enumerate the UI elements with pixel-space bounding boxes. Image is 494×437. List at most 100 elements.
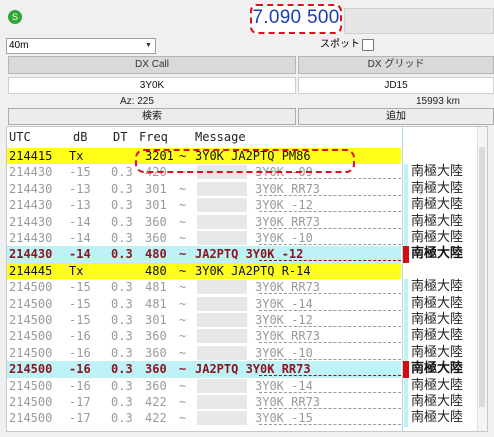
separator-cell: ~ xyxy=(179,181,187,196)
dx-call-header[interactable]: DX Call xyxy=(8,56,296,74)
lookup-button[interactable]: 検索 xyxy=(8,108,296,125)
band-select-value: 40m xyxy=(9,40,29,51)
separator-cell: ~ xyxy=(179,263,187,278)
country-label: 南極大陸 xyxy=(411,394,464,409)
message-underline xyxy=(259,244,401,245)
dt-cell: 0.3 xyxy=(111,411,133,426)
utc-cell: 214500 xyxy=(9,280,53,295)
message-underline xyxy=(259,293,401,295)
dt-cell: 0.3 xyxy=(111,345,133,360)
worked-marker xyxy=(403,361,409,378)
dt-cell: 0.3 xyxy=(111,231,133,245)
freq-cell: 360 xyxy=(145,214,167,229)
freq-cell: 301 xyxy=(145,313,167,327)
country-label: 南極大陸 xyxy=(411,344,464,360)
worked-marker xyxy=(403,246,409,263)
chevron-down-icon[interactable]: ▼ xyxy=(142,39,155,53)
country-label: 南極大陸 xyxy=(411,246,464,262)
freq-cell: 480 xyxy=(145,263,167,278)
freq-cell: 360 xyxy=(145,345,167,360)
column-header-utc: UTC xyxy=(9,130,31,144)
country-indicator xyxy=(404,295,408,312)
utc-cell: 214500 xyxy=(9,395,53,409)
spot-label: スポット xyxy=(320,39,360,50)
message-underline xyxy=(259,326,401,327)
country-indicator xyxy=(404,164,408,181)
add-button[interactable]: 追加 xyxy=(298,108,494,125)
message-underline xyxy=(259,424,401,426)
country-indicator xyxy=(404,197,408,214)
message-underline xyxy=(259,358,401,360)
band-select[interactable]: 40m xyxy=(6,38,156,54)
tx-row[interactable]: 214445 Tx 480 ~3Y0K JA2PTQ R-14 xyxy=(7,262,487,280)
redacted-callsign xyxy=(197,395,247,409)
country-label: 南極大陸 xyxy=(411,180,464,196)
dt-cell: 0.3 xyxy=(111,395,133,409)
separator-cell: ~ xyxy=(179,362,187,377)
freq-cell: 301 xyxy=(145,181,167,196)
db-cell: -15 xyxy=(69,296,91,311)
separator-cell: ~ xyxy=(179,296,187,311)
freq-cell: 360 xyxy=(145,231,167,245)
decode-table-header: UTC dB DT Freq Message xyxy=(7,127,487,147)
message-underline xyxy=(259,178,401,180)
db-cell: -16 xyxy=(69,345,91,360)
dx-grid-field[interactable]: JD15 xyxy=(298,77,494,94)
separator-cell: ~ xyxy=(179,247,187,262)
freq-cell: 480 xyxy=(145,247,167,262)
spot-checkbox[interactable] xyxy=(362,39,374,51)
db-cell: -14 xyxy=(69,214,91,229)
separator-cell: ~ xyxy=(179,280,187,295)
db-cell: -14 xyxy=(69,247,91,262)
db-cell: -13 xyxy=(69,198,91,213)
db-cell: -15 xyxy=(69,280,91,295)
country-label: 南極大陸 xyxy=(411,377,464,393)
redacted-callsign xyxy=(197,329,247,344)
dt-cell: 0.3 xyxy=(111,165,133,180)
country-indicator xyxy=(404,377,408,394)
country-label: 南極大陸 xyxy=(411,312,464,327)
freq-cell: 360 xyxy=(145,329,167,344)
dt-cell: 0.3 xyxy=(111,362,133,377)
dial-frequency-display[interactable]: 7.090 500 xyxy=(250,6,342,30)
utc-cell: 214445 xyxy=(9,263,53,278)
dx-call-field[interactable]: 3Y0K xyxy=(8,77,296,94)
redacted-callsign xyxy=(197,181,247,196)
dt-cell: 0.3 xyxy=(111,247,133,262)
redacted-callsign xyxy=(197,280,247,295)
redacted-callsign xyxy=(197,296,247,311)
country-indicator xyxy=(404,312,408,329)
country-indicator xyxy=(404,328,408,345)
freq-cell: 301 xyxy=(145,198,167,213)
separator-cell: ~ xyxy=(179,395,187,409)
utc-cell: 214500 xyxy=(9,329,53,344)
dt-cell: 0.3 xyxy=(111,280,133,295)
column-header-message: Message xyxy=(195,130,246,144)
dx-grid-header[interactable]: DX グリッド xyxy=(298,56,494,74)
message-underline xyxy=(259,309,401,311)
utc-cell: 214500 xyxy=(9,313,53,327)
dt-cell: 0.3 xyxy=(111,296,133,311)
separator-cell: ~ xyxy=(179,345,187,360)
message-underline xyxy=(259,227,401,229)
db-cell: -15 xyxy=(69,313,91,327)
message-underline xyxy=(259,375,401,377)
db-cell: Tx xyxy=(69,149,84,163)
separator-cell: ~ xyxy=(179,214,187,229)
dt-cell: 0.3 xyxy=(111,181,133,196)
message-underline xyxy=(259,408,401,409)
country-indicator xyxy=(404,213,408,230)
redacted-callsign xyxy=(197,231,247,245)
message-underline xyxy=(259,211,401,213)
top-right-panel xyxy=(344,8,494,34)
separator-cell: ~ xyxy=(179,378,187,393)
separator-cell: ~ xyxy=(179,231,187,245)
country-label: 南極大陸 xyxy=(411,197,464,213)
country-indicator xyxy=(404,410,408,427)
db-cell: -14 xyxy=(69,231,91,245)
country-indicator xyxy=(404,344,408,362)
separator-cell: ~ xyxy=(179,329,187,344)
country-label: 南極大陸 xyxy=(411,410,464,426)
country-label: 南極大陸 xyxy=(411,361,464,377)
country-label: 南極大陸 xyxy=(411,164,464,180)
